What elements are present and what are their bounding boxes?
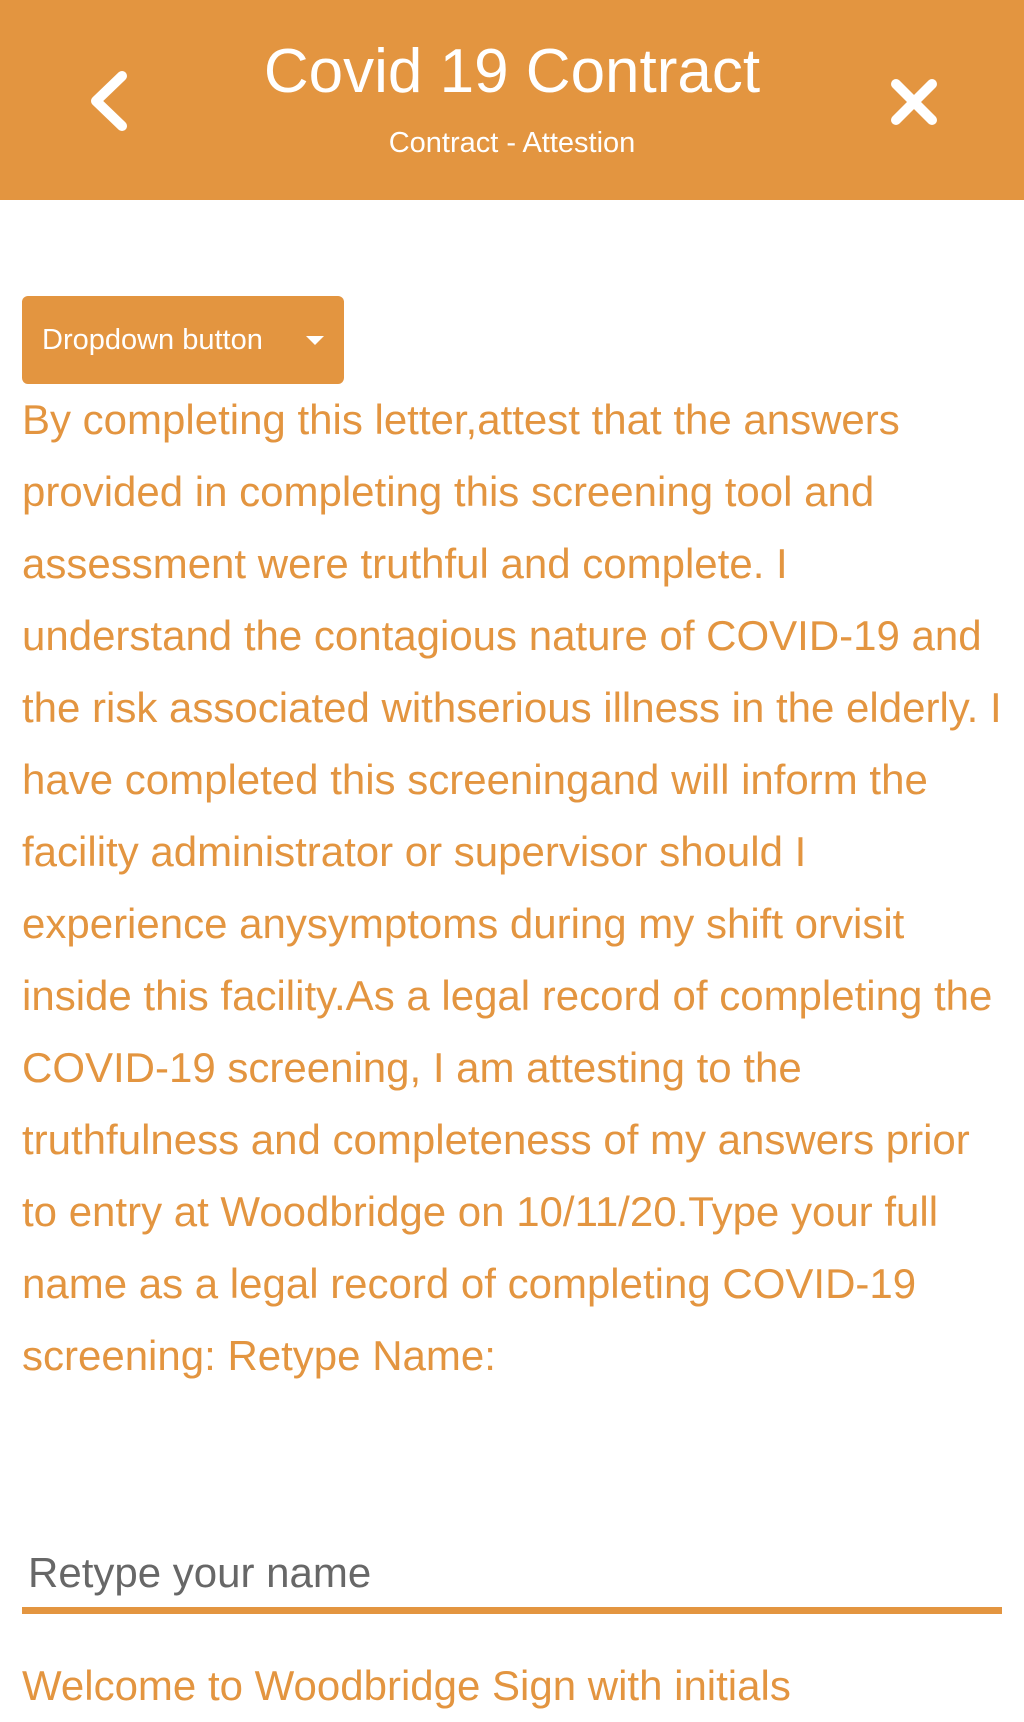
page-title: Covid 19 Contract [263,37,761,106]
retype-name-input[interactable] [22,1538,1002,1614]
attestation-text: By completing this letter,attest that th… [22,396,1002,1379]
close-button[interactable] [884,72,944,132]
dropdown-button-label: Dropdown button [42,323,263,356]
page-subtitle: Contract - Attestion [388,127,636,159]
close-icon [891,79,937,125]
dropdown-button[interactable]: Dropdown button [22,296,344,384]
app-header: Covid 19 Contract Contract - Attestion [0,0,1024,200]
caret-down-icon [306,336,324,345]
welcome-text: Welcome to Woodbridge Sign with initials [22,1662,791,1709]
